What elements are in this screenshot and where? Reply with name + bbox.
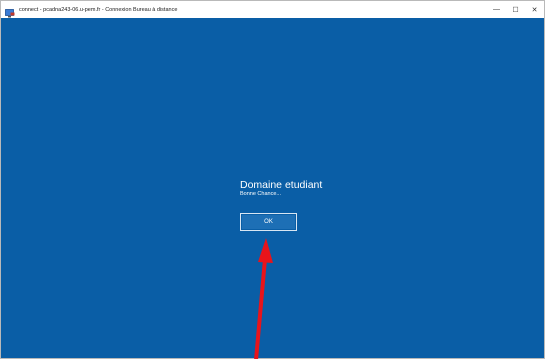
remote-desktop-window: connect - pcadna243-06.u-pem.fr - Connex… bbox=[0, 0, 545, 359]
red-arrow-icon bbox=[254, 238, 273, 359]
